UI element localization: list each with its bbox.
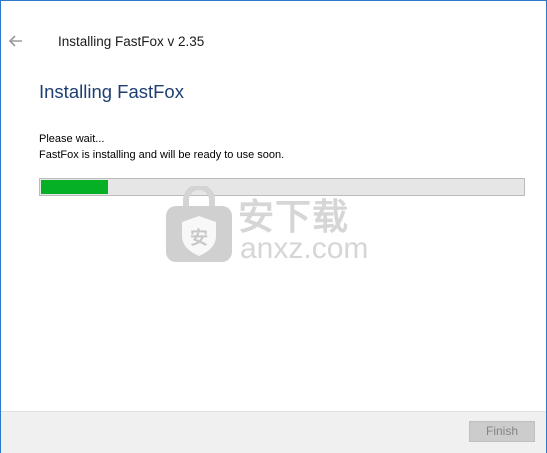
finish-button[interactable]: Finish: [469, 421, 535, 442]
status-message-line2: FastFox is installing and will be ready …: [39, 149, 285, 161]
window-title: Installing FastFox v 2.35: [58, 34, 205, 49]
footer-bar: [1, 411, 546, 453]
back-arrow-icon[interactable]: [6, 31, 26, 51]
watermark-text-en: anxz.com: [240, 232, 369, 265]
page-heading: Installing FastFox: [39, 81, 184, 102]
watermark-shield-lock-icon: 安: [166, 186, 232, 262]
status-message-line1: Please wait...: [39, 133, 105, 145]
svg-text:安: 安: [190, 227, 208, 249]
progress-fill: [41, 180, 109, 194]
